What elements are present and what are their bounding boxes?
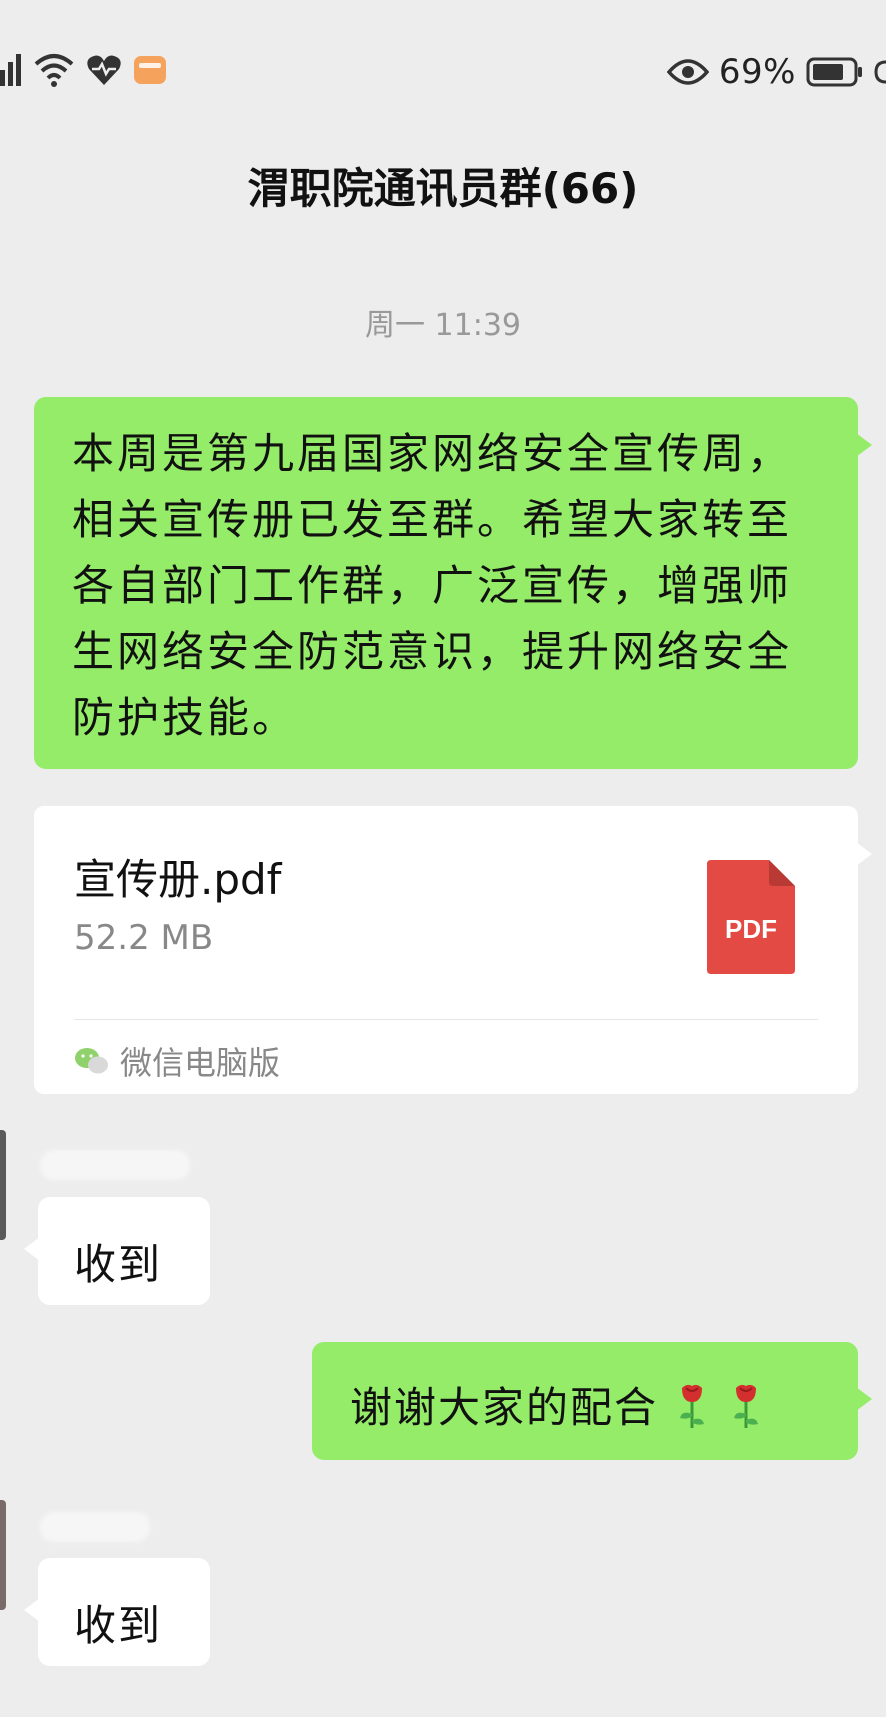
bubble-tail — [24, 1237, 40, 1261]
wallet-icon — [134, 56, 166, 84]
signal-icon — [0, 54, 21, 86]
file-size: 52.2 MB — [74, 918, 214, 958]
status-bar: 69% — [0, 0, 886, 150]
wifi-icon — [34, 54, 74, 87]
battery-icon — [806, 57, 862, 87]
pdf-type-label: PDF — [725, 914, 777, 944]
rose-icon — [734, 1384, 759, 1428]
battery-percentage: 69% — [718, 52, 796, 92]
message-text: 收到 — [74, 1240, 163, 1289]
status-bar-left — [0, 52, 168, 88]
eye-icon — [666, 59, 709, 85]
message-timestamp: 周一 11:39 — [365, 308, 521, 343]
clipped-status-icon — [874, 60, 886, 84]
avatar[interactable] — [0, 1130, 6, 1240]
outgoing-message-bubble[interactable]: 本周是第九届国家网络安全宣传周，相关宣传册已发至群。希望大家转至各自部门工作群，… — [34, 397, 872, 769]
outgoing-message-bubble[interactable]: 谢谢大家的配合 — [312, 1342, 872, 1460]
sender-name — [40, 1512, 150, 1542]
wechat-icon — [75, 1048, 108, 1074]
rose-icon — [680, 1384, 705, 1428]
message-text: 收到 — [74, 1601, 163, 1650]
bubble-tail — [856, 842, 872, 866]
heart-monitor-icon — [87, 55, 121, 85]
avatar[interactable] — [0, 1500, 6, 1610]
file-source-label: 微信电脑版 — [120, 1044, 281, 1082]
file-name: 宣传册.pdf — [74, 855, 282, 904]
divider — [74, 1019, 818, 1020]
file-source: 微信电脑版 — [74, 1038, 280, 1084]
bubble-tail — [856, 433, 872, 457]
file-message-card[interactable]: 宣传册.pdf 52.2 MB PDF 微信电脑版 — [34, 806, 872, 1094]
incoming-message-bubble[interactable]: 收到 — [24, 1558, 210, 1666]
bubble-tail — [856, 1387, 872, 1411]
incoming-message-bubble[interactable]: 收到 — [24, 1197, 210, 1305]
message-text: 谢谢大家的配合 — [350, 1383, 659, 1432]
bubble-tail — [24, 1598, 40, 1622]
chat-screen: 69% 渭职院通讯员群(66) 周一 11:39 本周是第九届国家网络安全宣传周… — [0, 0, 886, 1717]
sender-name — [40, 1150, 190, 1180]
pdf-file-icon: PDF — [707, 860, 795, 974]
message-content: 谢谢大家的配合 — [350, 1374, 766, 1435]
chat-title[interactable]: 渭职院通讯员群(66) — [0, 155, 886, 216]
message-text: 本周是第九届国家网络安全宣传周，相关宣传册已发至群。希望大家转至各自部门工作群，… — [72, 429, 793, 742]
status-bar-right: 69% — [666, 52, 886, 92]
